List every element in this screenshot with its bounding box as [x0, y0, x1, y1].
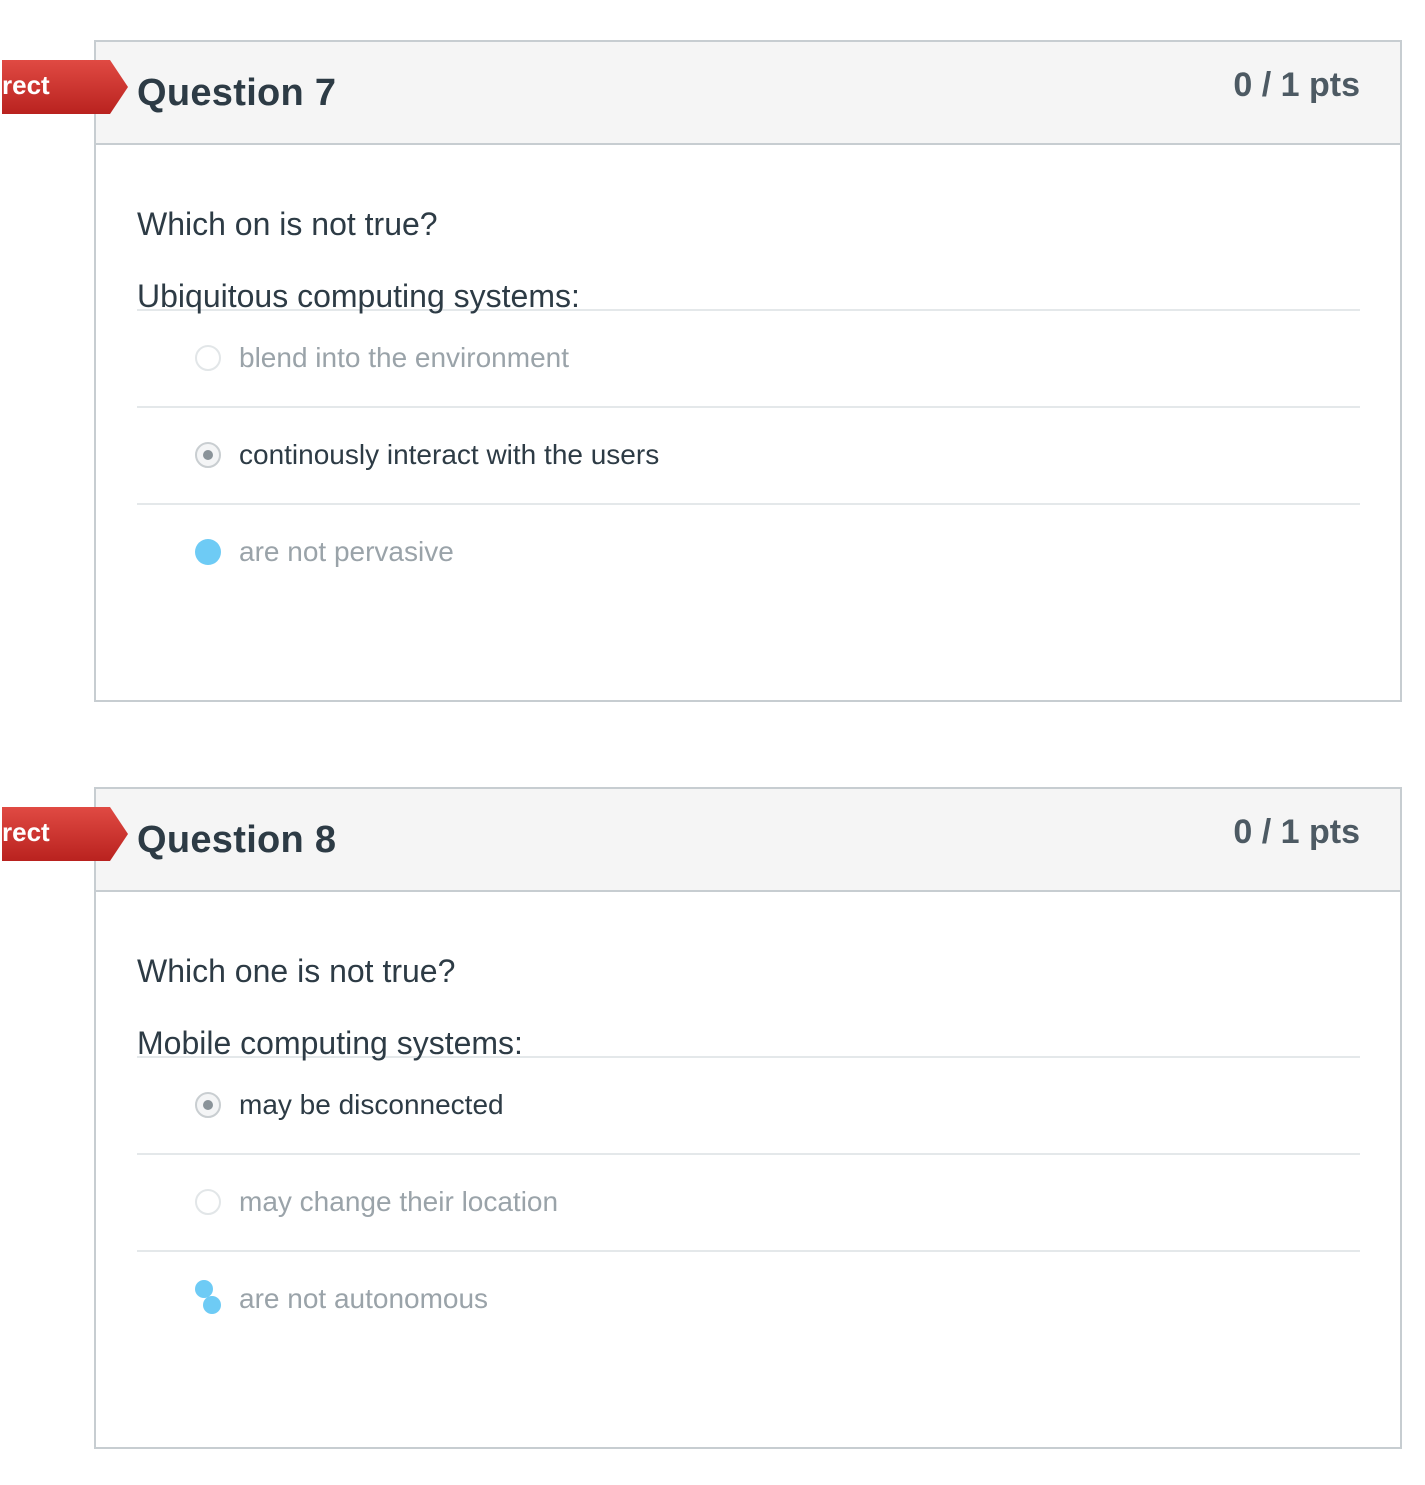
- radio-button[interactable]: [195, 1189, 221, 1215]
- answer-option[interactable]: may be disconnected: [137, 1058, 1360, 1155]
- answer-option[interactable]: may change their location: [137, 1155, 1360, 1252]
- radio-button-highlighted[interactable]: [195, 1280, 225, 1320]
- radio-button-selected[interactable]: [195, 442, 221, 468]
- radio-button-highlighted[interactable]: [195, 539, 221, 565]
- question-points: 0 / 1 pts: [1233, 813, 1360, 851]
- radio-button-selected[interactable]: [195, 1092, 221, 1118]
- answer-label: continously interact with the users: [239, 439, 660, 470]
- question-points: 0 / 1 pts: [1233, 66, 1360, 104]
- question-subprompt: Mobile computing systems:: [137, 1025, 523, 1061]
- answer-option[interactable]: blend into the environment: [137, 311, 1360, 408]
- question-header: rect Question 8 0 / 1 pts: [2, 789, 1400, 892]
- question-title: Question 8: [137, 819, 337, 861]
- answer-label: are not pervasive: [239, 536, 454, 567]
- incorrect-banner: rect: [2, 60, 128, 114]
- answer-list: blend into the environment continously i…: [137, 309, 1360, 600]
- question-text: Which one is not true? Mobile computing …: [137, 892, 1360, 1060]
- question-prompt: Which on is not true?: [137, 206, 438, 242]
- answer-option[interactable]: continously interact with the users: [137, 408, 1360, 505]
- question-body: Which one is not true? Mobile computing …: [96, 892, 1400, 1347]
- banner-label: rect: [2, 70, 50, 100]
- answer-label: are not autonomous: [239, 1283, 489, 1314]
- question-subprompt: Ubiquitous computing systems:: [137, 278, 580, 314]
- radio-button[interactable]: [195, 345, 221, 371]
- banner-label: rect: [2, 817, 50, 847]
- answer-label: blend into the environment: [239, 342, 569, 373]
- answer-list: may be disconnected may change their loc…: [137, 1056, 1360, 1347]
- incorrect-banner: rect: [2, 807, 128, 861]
- answer-label: may change their location: [239, 1186, 559, 1217]
- question-card-8: rect Question 8 0 / 1 pts Which one is n…: [2, 787, 1402, 1449]
- answer-label: may be disconnected: [239, 1089, 504, 1120]
- question-header: rect Question 7 0 / 1 pts: [2, 42, 1400, 145]
- answer-option[interactable]: are not autonomous: [137, 1252, 1360, 1347]
- question-body: Which on is not true? Ubiquitous computi…: [96, 145, 1400, 600]
- question-prompt: Which one is not true?: [137, 953, 456, 989]
- question-text: Which on is not true? Ubiquitous computi…: [137, 145, 1360, 313]
- answer-option[interactable]: are not pervasive: [137, 505, 1360, 600]
- question-title: Question 7: [137, 72, 337, 114]
- question-card-7: rect Question 7 0 / 1 pts Which on is no…: [2, 40, 1402, 702]
